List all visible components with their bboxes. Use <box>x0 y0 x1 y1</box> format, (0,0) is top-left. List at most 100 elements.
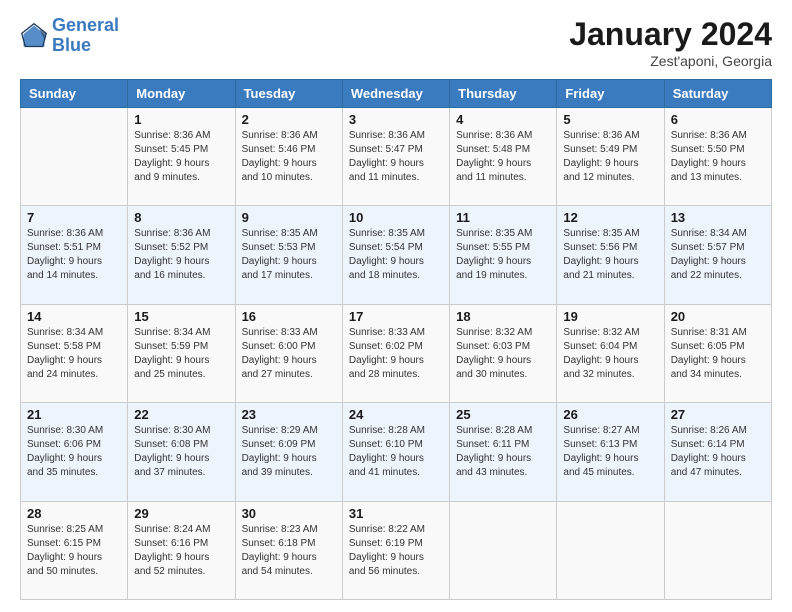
header-cell-thursday: Thursday <box>450 80 557 108</box>
day-number: 24 <box>349 407 443 422</box>
day-cell <box>21 108 128 206</box>
day-number: 4 <box>456 112 550 127</box>
week-row-4: 21Sunrise: 8:30 AMSunset: 6:06 PMDayligh… <box>21 403 772 501</box>
day-cell: 9Sunrise: 8:35 AMSunset: 5:53 PMDaylight… <box>235 206 342 304</box>
day-cell: 30 Sunrise: 8:23 AMSunset: 6:18 PMDayligh… <box>235 501 342 599</box>
day-cell: 7Sunrise: 8:36 AMSunset: 5:51 PMDaylight… <box>21 206 128 304</box>
day-number: 16 <box>242 309 336 324</box>
header-cell-sunday: Sunday <box>21 80 128 108</box>
day-number: 10 <box>349 210 443 225</box>
day-cell: 21Sunrise: 8:30 AMSunset: 6:06 PMDayligh… <box>21 403 128 501</box>
day-cell: 26Sunrise: 8:27 AMSunset: 6:13 PMDayligh… <box>557 403 664 501</box>
day-number: 29 <box>134 506 228 521</box>
header: General Blue January 2024 Zest'aponi, Ge… <box>20 16 772 69</box>
day-info: Sunrise: 8:35 AMSunset: 5:56 PMDaylight:… <box>563 227 657 283</box>
title-block: January 2024 Zest'aponi, Georgia <box>569 16 772 69</box>
header-cell-monday: Monday <box>128 80 235 108</box>
day-number: 18 <box>456 309 550 324</box>
day-number: 19 <box>563 309 657 324</box>
day-number: 1 <box>134 112 228 127</box>
day-cell <box>557 501 664 599</box>
day-number: 9 <box>242 210 336 225</box>
day-cell: 1Sunrise: 8:36 AMSunset: 5:45 PMDaylight… <box>128 108 235 206</box>
header-cell-saturday: Saturday <box>664 80 771 108</box>
day-info: Sunrise: 8:33 AMSunset: 6:02 PMDaylight:… <box>349 326 443 382</box>
calendar-table: SundayMondayTuesdayWednesdayThursdayFrid… <box>20 79 772 600</box>
day-cell: 27Sunrise: 8:26 AMSunset: 6:14 PMDayligh… <box>664 403 771 501</box>
day-cell: 6 Sunrise: 8:36 AMSunset: 5:50 PMDaylight… <box>664 108 771 206</box>
day-cell: 15 Sunrise: 8:34 AMSunset: 5:59 PMDayligh… <box>128 304 235 402</box>
day-info: Sunrise: 8:24 AMSunset: 6:16 PMDaylight:… <box>134 523 228 579</box>
day-number: 15 <box>134 309 228 324</box>
week-row-1: 1Sunrise: 8:36 AMSunset: 5:45 PMDaylight… <box>21 108 772 206</box>
day-cell: 24 Sunrise: 8:28 AMSunset: 6:10 PMDayligh… <box>342 403 449 501</box>
day-number: 17 <box>349 309 443 324</box>
day-number: 11 <box>456 210 550 225</box>
day-info: Sunrise: 8:27 AMSunset: 6:13 PMDaylight:… <box>563 424 657 480</box>
day-cell: 25Sunrise: 8:28 AMSunset: 6:11 PMDayligh… <box>450 403 557 501</box>
day-cell: 10 Sunrise: 8:35 AMSunset: 5:54 PMDayligh… <box>342 206 449 304</box>
day-number: 5 <box>563 112 657 127</box>
week-row-2: 7Sunrise: 8:36 AMSunset: 5:51 PMDaylight… <box>21 206 772 304</box>
day-info: Sunrise: 8:23 AMSunset: 6:18 PMDaylight:… <box>242 523 336 579</box>
day-cell: 2Sunrise: 8:36 AMSunset: 5:46 PMDaylight… <box>235 108 342 206</box>
day-info: Sunrise: 8:36 AMSunset: 5:52 PMDaylight:… <box>134 227 228 283</box>
day-info: Sunrise: 8:36 AMSunset: 5:48 PMDaylight:… <box>456 129 550 185</box>
day-cell: 19 Sunrise: 8:32 AMSunset: 6:04 PMDayligh… <box>557 304 664 402</box>
day-cell: 23 Sunrise: 8:29 AMSunset: 6:09 PMDayligh… <box>235 403 342 501</box>
day-info: Sunrise: 8:36 AMSunset: 5:50 PMDaylight:… <box>671 129 765 185</box>
day-info: Sunrise: 8:25 AMSunset: 6:15 PMDaylight:… <box>27 523 121 579</box>
calendar-page: General Blue January 2024 Zest'aponi, Ge… <box>0 0 792 612</box>
day-info: Sunrise: 8:33 AMSunset: 6:00 PMDaylight:… <box>242 326 336 382</box>
day-number: 20 <box>671 309 765 324</box>
day-cell: 4 Sunrise: 8:36 AMSunset: 5:48 PMDaylight… <box>450 108 557 206</box>
day-cell: 17 Sunrise: 8:33 AMSunset: 6:02 PMDayligh… <box>342 304 449 402</box>
day-cell: 29 Sunrise: 8:24 AMSunset: 6:16 PMDayligh… <box>128 501 235 599</box>
subtitle: Zest'aponi, Georgia <box>569 53 772 69</box>
day-info: Sunrise: 8:32 AMSunset: 6:04 PMDaylight:… <box>563 326 657 382</box>
day-cell <box>450 501 557 599</box>
header-row: SundayMondayTuesdayWednesdayThursdayFrid… <box>21 80 772 108</box>
header-cell-tuesday: Tuesday <box>235 80 342 108</box>
day-info: Sunrise: 8:30 AMSunset: 6:08 PMDaylight:… <box>134 424 228 480</box>
day-cell: 22Sunrise: 8:30 AMSunset: 6:08 PMDayligh… <box>128 403 235 501</box>
day-info: Sunrise: 8:28 AMSunset: 6:10 PMDaylight:… <box>349 424 443 480</box>
day-info: Sunrise: 8:34 AMSunset: 5:59 PMDaylight:… <box>134 326 228 382</box>
day-cell: 31Sunrise: 8:22 AMSunset: 6:19 PMDayligh… <box>342 501 449 599</box>
day-number: 30 <box>242 506 336 521</box>
logo-text: General Blue <box>52 16 119 56</box>
day-number: 28 <box>27 506 121 521</box>
day-info: Sunrise: 8:36 AMSunset: 5:49 PMDaylight:… <box>563 129 657 185</box>
day-number: 6 <box>671 112 765 127</box>
day-number: 14 <box>27 309 121 324</box>
header-cell-wednesday: Wednesday <box>342 80 449 108</box>
day-info: Sunrise: 8:22 AMSunset: 6:19 PMDaylight:… <box>349 523 443 579</box>
day-number: 8 <box>134 210 228 225</box>
logo-line2: Blue <box>52 35 91 55</box>
day-info: Sunrise: 8:32 AMSunset: 6:03 PMDaylight:… <box>456 326 550 382</box>
day-info: Sunrise: 8:28 AMSunset: 6:11 PMDaylight:… <box>456 424 550 480</box>
day-info: Sunrise: 8:35 AMSunset: 5:54 PMDaylight:… <box>349 227 443 283</box>
day-cell: 14Sunrise: 8:34 AMSunset: 5:58 PMDayligh… <box>21 304 128 402</box>
day-number: 27 <box>671 407 765 422</box>
day-cell: 13Sunrise: 8:34 AMSunset: 5:57 PMDayligh… <box>664 206 771 304</box>
day-info: Sunrise: 8:34 AMSunset: 5:57 PMDaylight:… <box>671 227 765 283</box>
day-info: Sunrise: 8:29 AMSunset: 6:09 PMDaylight:… <box>242 424 336 480</box>
week-row-3: 14Sunrise: 8:34 AMSunset: 5:58 PMDayligh… <box>21 304 772 402</box>
day-cell: 20Sunrise: 8:31 AMSunset: 6:05 PMDayligh… <box>664 304 771 402</box>
day-info: Sunrise: 8:36 AMSunset: 5:47 PMDaylight:… <box>349 129 443 185</box>
logo-icon <box>20 22 48 50</box>
day-cell: 8 Sunrise: 8:36 AMSunset: 5:52 PMDaylight… <box>128 206 235 304</box>
day-number: 12 <box>563 210 657 225</box>
day-cell: 11 Sunrise: 8:35 AMSunset: 5:55 PMDayligh… <box>450 206 557 304</box>
day-number: 3 <box>349 112 443 127</box>
day-number: 23 <box>242 407 336 422</box>
main-title: January 2024 <box>569 16 772 53</box>
day-cell: 16 Sunrise: 8:33 AMSunset: 6:00 PMDayligh… <box>235 304 342 402</box>
day-number: 21 <box>27 407 121 422</box>
day-info: Sunrise: 8:36 AMSunset: 5:51 PMDaylight:… <box>27 227 121 283</box>
calendar-header: SundayMondayTuesdayWednesdayThursdayFrid… <box>21 80 772 108</box>
day-info: Sunrise: 8:35 AMSunset: 5:55 PMDaylight:… <box>456 227 550 283</box>
logo-line1: General <box>52 15 119 35</box>
day-cell: 3 Sunrise: 8:36 AMSunset: 5:47 PMDaylight… <box>342 108 449 206</box>
